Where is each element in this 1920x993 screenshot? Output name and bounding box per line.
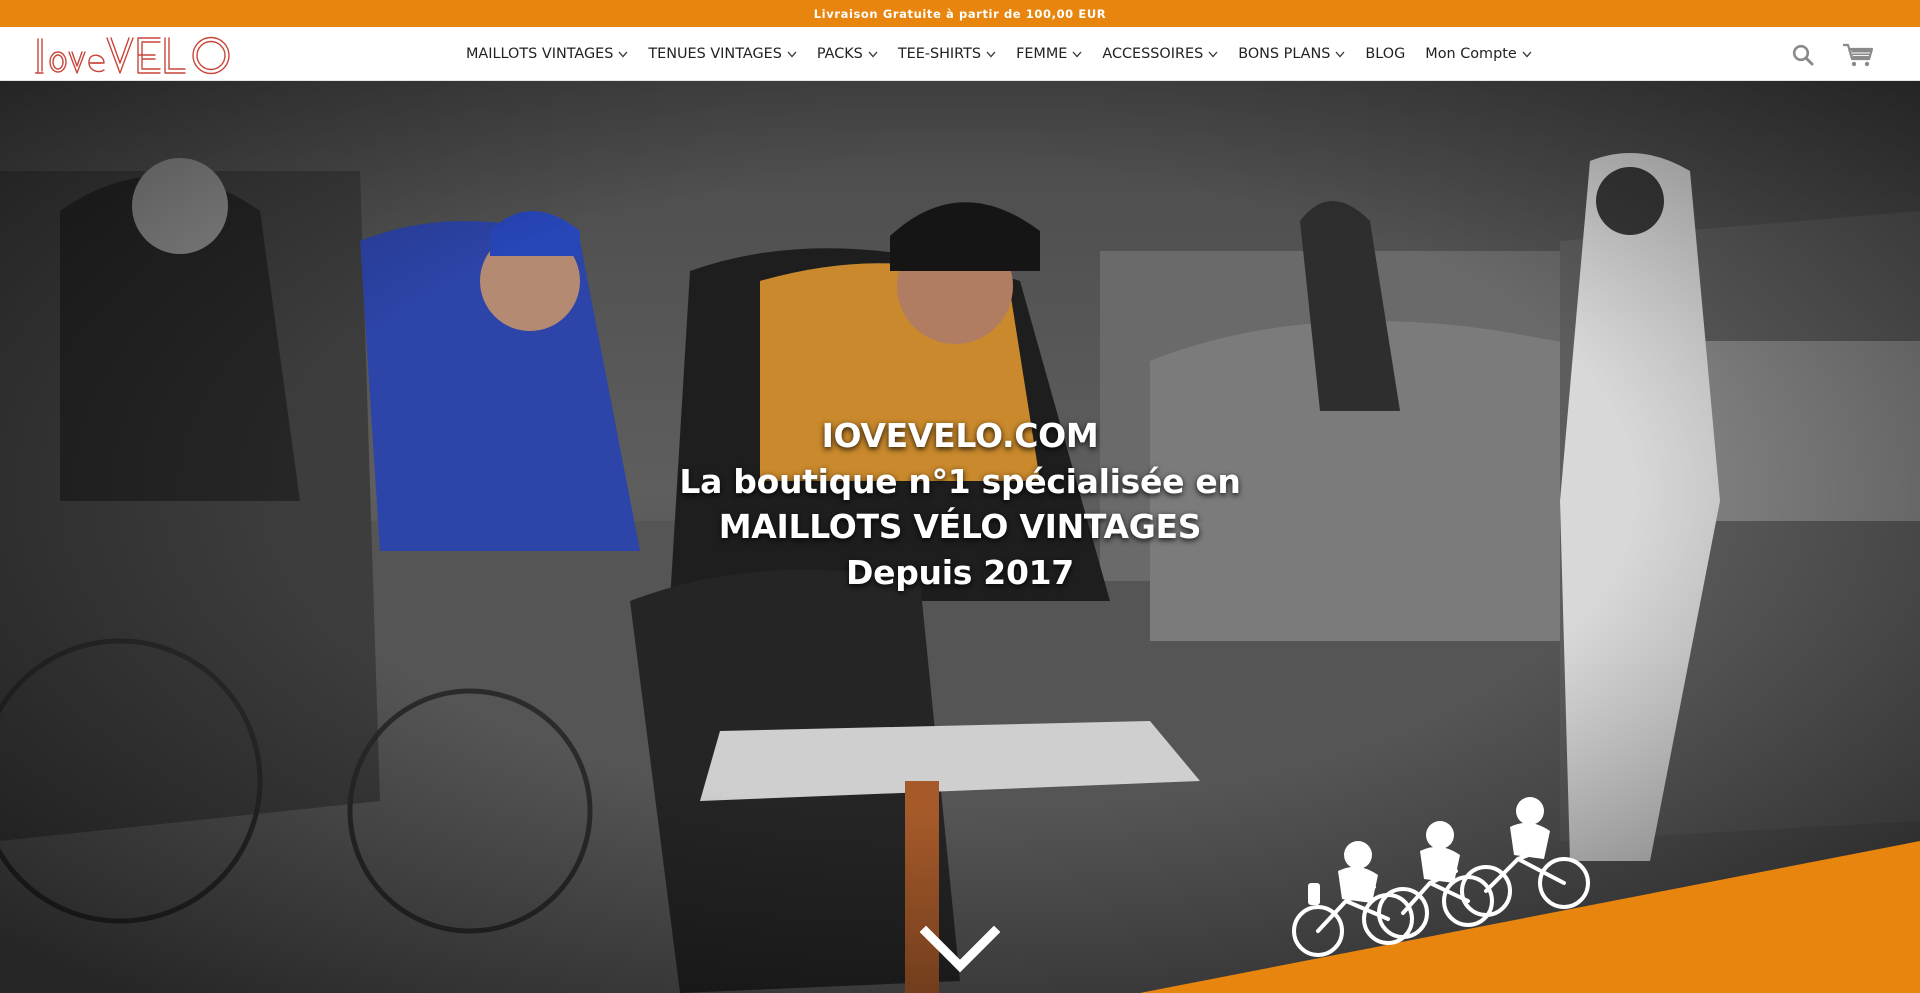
nav-mon-compte[interactable]: Mon Compte [1425,27,1532,81]
chevron-down-icon [1522,51,1532,57]
nav-tee-shirts[interactable]: TEE-SHIRTS [898,27,996,81]
hero-line-tagline: La boutique n°1 spécialisée en [679,461,1241,501]
nav-femme[interactable]: FEMME [1016,27,1082,81]
announcement-bar: Livraison Gratuite à partir de 100,00 EU… [0,0,1920,27]
nav-label: MAILLOTS VINTAGES [466,46,614,62]
nav-bons-plans[interactable]: BONS PLANS [1238,27,1345,81]
cart-icon[interactable] [1842,42,1874,68]
nav-blog[interactable]: BLOG [1365,27,1405,81]
cyclists-icon [1292,797,1590,957]
nav-maillots-vintages[interactable]: MAILLOTS VINTAGES [466,27,628,81]
nav-label: Mon Compte [1425,46,1517,62]
nav-label: TEE-SHIRTS [897,46,982,62]
hero-heading: IOVEVELO.COM La boutique n°1 spécialisée… [560,413,1360,595]
chevron-down-icon [868,51,878,57]
main-nav: MAILLOTS VINTAGES TENUES VINTAGES PACKS … [466,27,1532,81]
brand-logo[interactable] [34,33,244,77]
chevron-down-icon [787,51,797,57]
nav-label: PACKS [816,46,863,62]
nav-packs[interactable]: PACKS [817,27,878,81]
nav-label: FEMME [1016,46,1068,62]
search-icon[interactable] [1792,44,1814,66]
chevron-down-icon [986,51,996,57]
chevron-down-icon [1208,51,1218,57]
chevron-down-icon [618,51,628,57]
nav-label: TENUES VINTAGES [648,46,782,62]
chevron-down-icon [1335,51,1345,57]
announcement-text: Livraison Gratuite à partir de 100,00 EU… [813,6,1107,21]
hero-banner: IOVEVELO.COM La boutique n°1 spécialisée… [0,81,1920,993]
nav-label: ACCESSOIRES [1102,46,1204,62]
nav-tenues-vintages[interactable]: TENUES VINTAGES [648,27,797,81]
chevron-down-icon[interactable] [920,926,1000,976]
hero-line-category: MAILLOTS VÉLO VINTAGES [718,507,1202,546]
nav-accessoires[interactable]: ACCESSOIRES [1102,27,1218,81]
hero-line-since: Depuis 2017 [846,552,1074,592]
hero-line-site: IOVEVELO.COM [821,416,1099,455]
site-header: MAILLOTS VINTAGES TENUES VINTAGES PACKS … [0,27,1920,81]
chevron-down-icon [1072,51,1082,57]
nav-label: BONS PLANS [1238,46,1331,62]
nav-label: BLOG [1365,46,1406,62]
